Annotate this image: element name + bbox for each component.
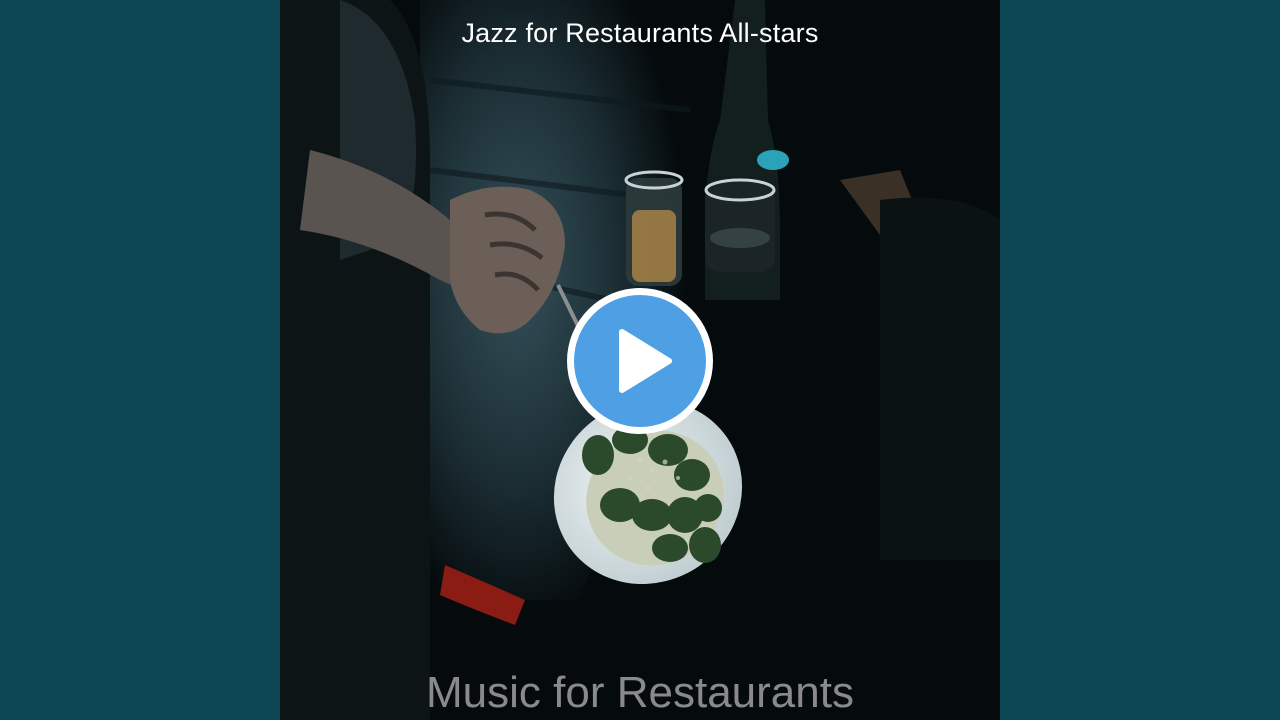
artist-title: Jazz for Restaurants All-stars xyxy=(461,18,819,48)
play-button[interactable] xyxy=(567,288,713,434)
right-letterbox xyxy=(1000,0,1280,720)
left-letterbox xyxy=(0,0,280,720)
play-icon xyxy=(619,329,672,393)
album-title: Music for Restaurants xyxy=(426,668,854,717)
